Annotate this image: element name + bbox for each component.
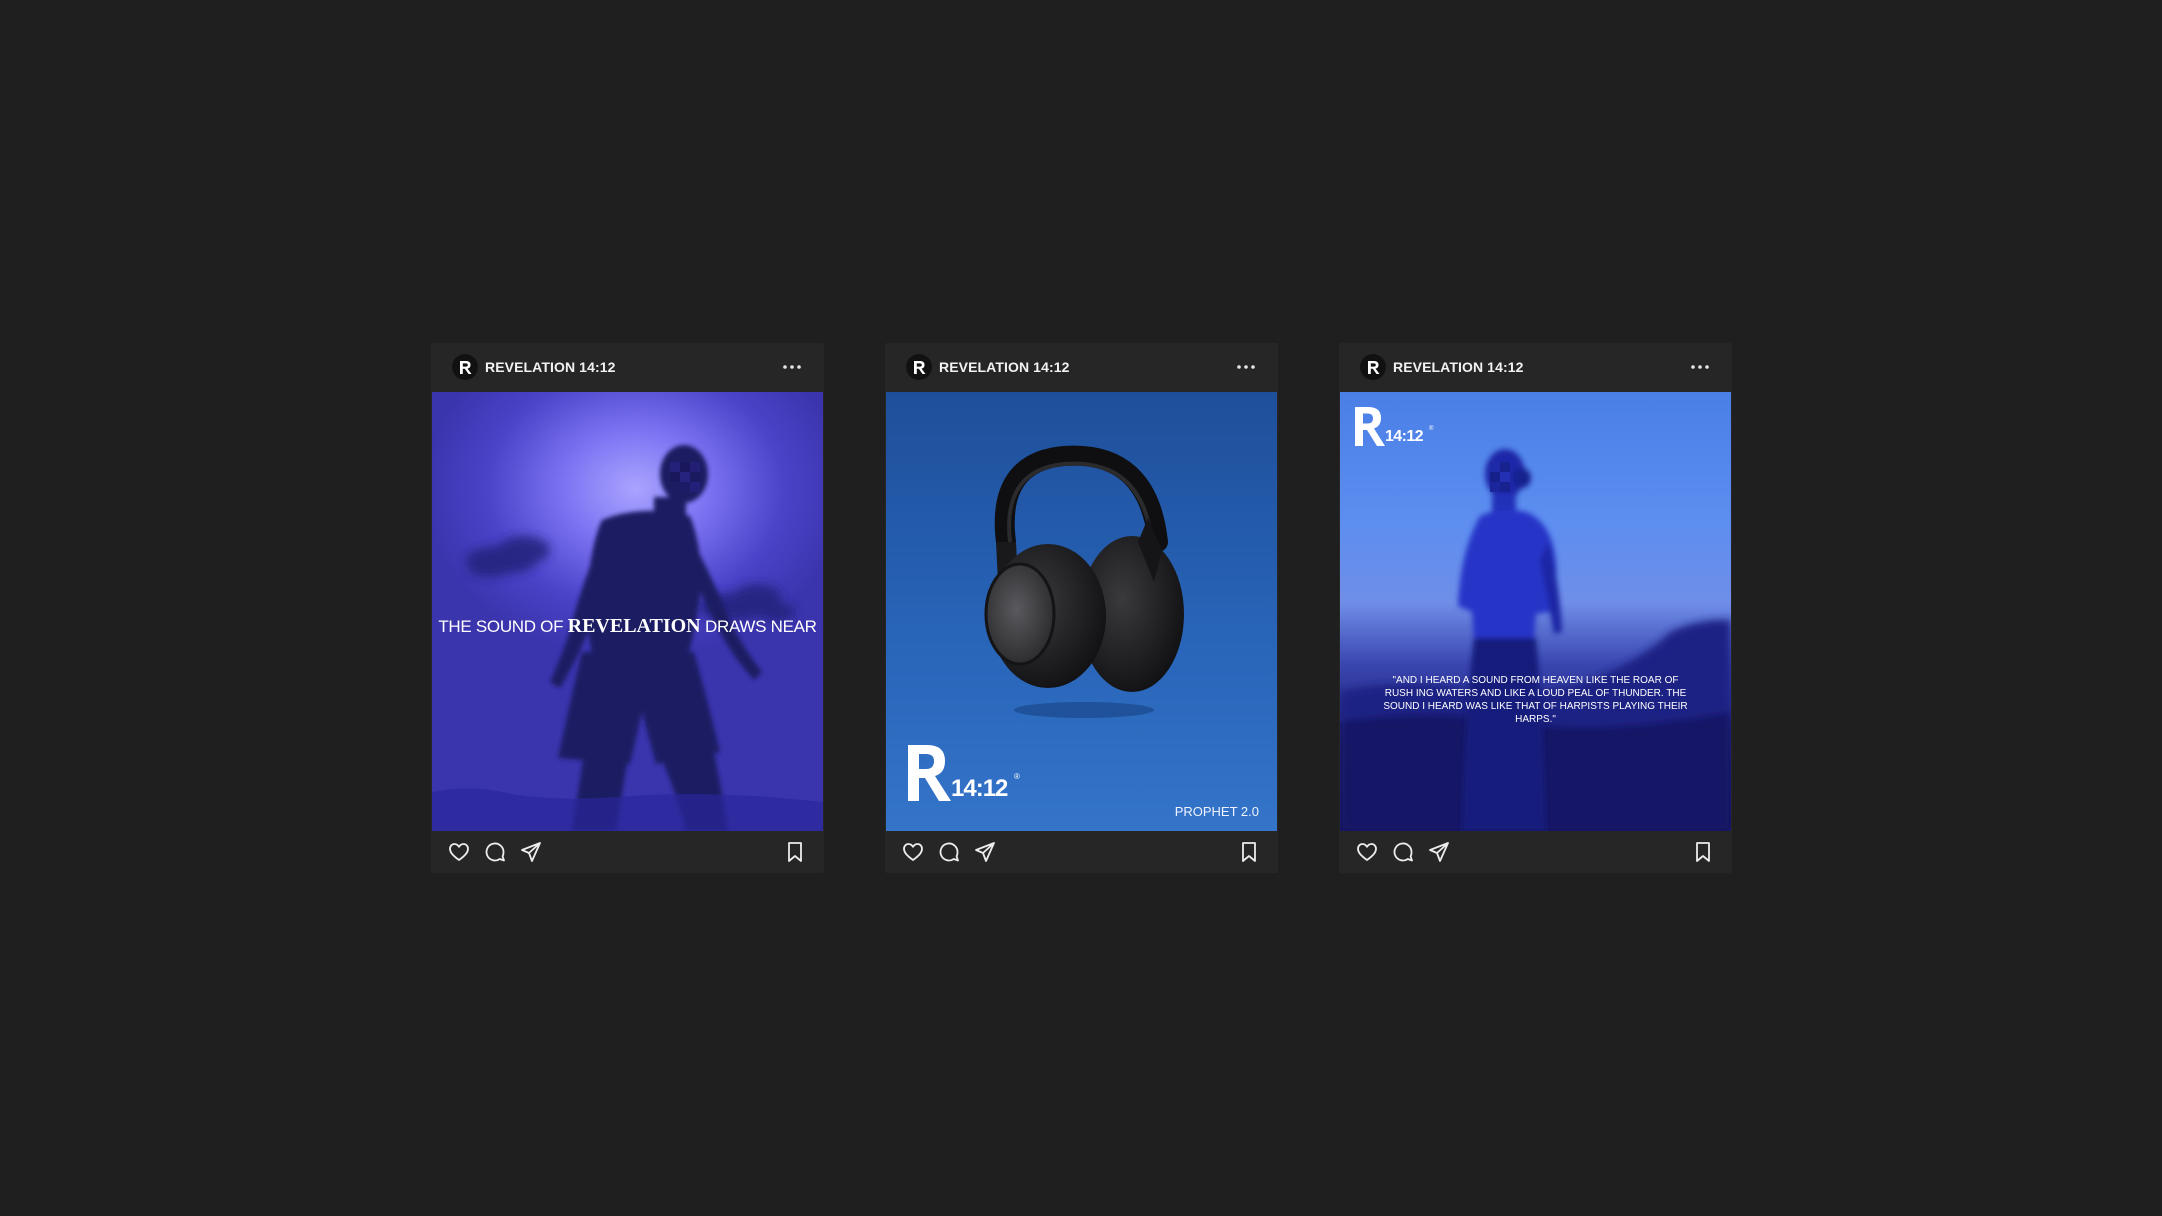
post-header: REVELATION 14:12 [1339,343,1732,391]
r-logo-icon[interactable] [452,354,478,380]
paper-plane-icon[interactable] [973,840,997,864]
post-quote: "AND I HEARD A SOUND FROM HEAVEN LIKE TH… [1383,675,1688,725]
comment-icon[interactable] [937,840,961,864]
post-header: REVELATION 14:12 [885,343,1278,391]
heart-icon[interactable] [447,840,471,864]
account-name[interactable]: REVELATION 14:12 [1393,359,1524,375]
comment-icon[interactable] [1391,840,1415,864]
comment-icon[interactable] [483,840,507,864]
account-name[interactable]: REVELATION 14:12 [939,359,1070,375]
post-image[interactable]: 14:12 ® PROPHET 2.0 [886,392,1277,831]
r-logo-icon[interactable] [906,354,932,380]
post-card-3: REVELATION 14:12 14:12 ® "AND I HEARD A … [1339,343,1732,873]
bookmark-icon[interactable] [1237,840,1261,864]
paper-plane-icon[interactable] [519,840,543,864]
logo-number: 14:12 [951,775,1008,802]
account-name[interactable]: REVELATION 14:12 [485,359,616,375]
registered-mark-icon: ® [1014,772,1020,781]
r-logo-icon[interactable] [1360,354,1386,380]
post-actions [431,831,824,873]
post-image[interactable]: 14:12 ® "AND I HEARD A SOUND FROM HEAVEN… [1340,392,1731,831]
brand-logo: 14:12 ® [905,741,1025,805]
registered-mark-icon: ® [1429,426,1434,432]
paper-plane-icon[interactable] [1427,840,1451,864]
more-horizontal-icon[interactable] [1234,357,1258,377]
caption-text: THE SOUND OF [438,617,568,636]
caption-text: DRAWS NEAR [700,617,817,636]
heart-icon[interactable] [901,840,925,864]
caption-highlight: REVELATION [567,615,701,637]
post-card-2: REVELATION 14:12 14:12 ® PROPHET 2.0 [885,343,1278,873]
logo-number: 14:12 [1385,428,1424,445]
more-horizontal-icon[interactable] [780,357,804,377]
post-actions [885,831,1278,873]
post-image[interactable]: THE SOUND OF REVELATION DRAWS NEAR [432,392,823,831]
bookmark-icon[interactable] [1691,840,1715,864]
post-actions [1339,831,1732,873]
product-label: PROPHET 2.0 [1174,804,1259,819]
post-card-1: REVELATION 14:12 THE SOUND OF REVELATION… [431,343,824,873]
bookmark-icon[interactable] [783,840,807,864]
heart-icon[interactable] [1355,840,1379,864]
more-horizontal-icon[interactable] [1688,357,1712,377]
brand-logo: 14:12 ® [1353,404,1439,450]
post-header: REVELATION 14:12 [431,343,824,391]
post-caption: THE SOUND OF REVELATION DRAWS NEAR [432,615,823,638]
